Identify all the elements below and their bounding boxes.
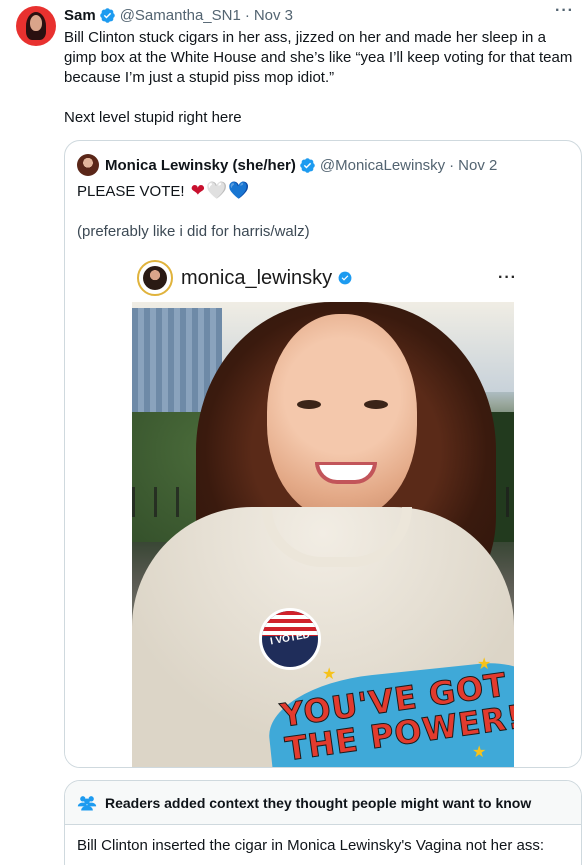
verified-badge-icon bbox=[99, 7, 115, 23]
tweet-text-paragraph-1: Bill Clinton stuck cigars in her ass, ji… bbox=[64, 29, 573, 86]
tweet-text: Bill Clinton stuck cigars in her ass, ji… bbox=[64, 28, 574, 128]
star-icon: ★ bbox=[322, 666, 337, 683]
quoted-text-paragraph-1: PLEASE VOTE! bbox=[77, 183, 185, 200]
more-options-icon[interactable]: ··· bbox=[555, 2, 574, 20]
header-separator: · bbox=[244, 6, 250, 24]
tweet-date[interactable]: Nov 3 bbox=[254, 7, 293, 24]
white-heart-icon: 🤍 bbox=[205, 181, 228, 200]
quoted-author-handle[interactable]: @MonicaLewinsky bbox=[320, 157, 445, 174]
tweet[interactable]: Sam @Samantha_SN1 · Nov 3 ··· Bill Clint… bbox=[0, 0, 588, 865]
tweet-text-paragraph-2: Next level stupid right here bbox=[64, 109, 242, 126]
quoted-tweet-text: PLEASE VOTE! ❤ 🤍 💙 (preferably like i di… bbox=[77, 181, 567, 242]
quoted-author-name[interactable]: Monica Lewinsky (she/her) bbox=[105, 157, 296, 174]
instagram-username: monica_lewinsky bbox=[181, 266, 333, 289]
quoted-tweet[interactable]: Monica Lewinsky (she/her) @MonicaLewinsk… bbox=[64, 140, 582, 768]
verified-badge-icon bbox=[300, 157, 315, 173]
instagram-verified-icon bbox=[338, 271, 352, 285]
instagram-header: monica_lewinsky ··· bbox=[137, 258, 517, 298]
community-note[interactable]: Readers added context they thought peopl… bbox=[64, 780, 582, 865]
author-avatar[interactable] bbox=[16, 6, 56, 46]
photo-face bbox=[267, 314, 417, 519]
blue-heart-icon: 💙 bbox=[228, 181, 250, 200]
star-icon: ★ bbox=[472, 744, 487, 761]
quoted-author-avatar[interactable] bbox=[77, 154, 99, 176]
heart-emojis: ❤ 🤍 💙 bbox=[191, 181, 251, 201]
quoted-text-line-1: PLEASE VOTE! ❤ 🤍 💙 bbox=[77, 181, 567, 202]
header-separator: · bbox=[449, 156, 455, 174]
author-name[interactable]: Sam bbox=[64, 7, 96, 24]
red-heart-icon: ❤ bbox=[190, 181, 205, 200]
author-handle[interactable]: @Samantha_SN1 bbox=[120, 7, 241, 24]
people-icon bbox=[77, 795, 97, 810]
community-note-title: Readers added context they thought peopl… bbox=[105, 794, 532, 811]
quoted-text-paragraph-2: (preferably like i did for harris/walz) bbox=[77, 223, 310, 240]
i-voted-sticker: I VOTED bbox=[259, 608, 321, 670]
quoted-tweet-header: Monica Lewinsky (she/her) @MonicaLewinsk… bbox=[77, 154, 497, 176]
quoted-media-image[interactable]: monica_lewinsky ··· I VOTED YOU'VE GOT T… bbox=[65, 246, 581, 767]
avatar-face bbox=[30, 15, 42, 31]
photo-right-eye bbox=[364, 400, 388, 409]
quoted-tweet-date[interactable]: Nov 2 bbox=[458, 157, 497, 174]
tweet-header: Sam @Samantha_SN1 · Nov 3 bbox=[64, 5, 293, 25]
star-icon: ★ bbox=[477, 656, 492, 673]
instagram-more-icon: ··· bbox=[498, 269, 517, 286]
selfie-photo: I VOTED YOU'VE GOT THE POWER! ★ ★ ★ bbox=[132, 302, 514, 767]
community-note-body: Bill Clinton inserted the cigar in Monic… bbox=[77, 837, 544, 854]
community-note-header: Readers added context they thought peopl… bbox=[65, 781, 581, 825]
instagram-avatar bbox=[137, 260, 173, 296]
photo-left-eye bbox=[297, 400, 321, 409]
